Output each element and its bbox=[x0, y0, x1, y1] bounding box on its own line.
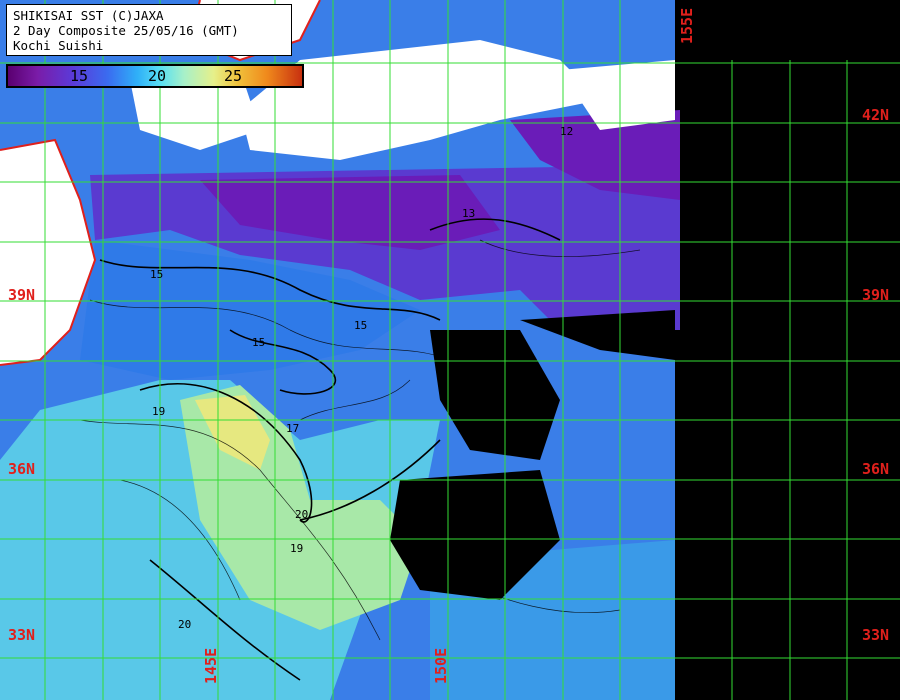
sst-map: 12 13 15 15 15 17 19 19 20 20 20 bbox=[0, 0, 900, 700]
lat-label-36n: 36N bbox=[862, 460, 890, 478]
lon-label-145e: 145E bbox=[202, 647, 220, 684]
lon-label-150e: 150E bbox=[432, 647, 450, 684]
header-source: Kochi Suishi bbox=[13, 38, 104, 53]
contour-label: 15 bbox=[252, 336, 265, 349]
colorbar-tick-25: 25 bbox=[224, 67, 243, 85]
header-composite: 2 Day Composite 25/05/16 (GMT) bbox=[13, 23, 239, 38]
lat-label-42n: 42N bbox=[862, 106, 890, 124]
contour-label: 17 bbox=[286, 422, 299, 435]
lat-label-36n-left: 36N bbox=[8, 460, 36, 478]
info-box: SHIKISAI SST (C)JAXA 2 Day Composite 25/… bbox=[6, 4, 292, 56]
contour-label: 20 bbox=[178, 618, 191, 631]
contour-label: 15 bbox=[150, 268, 163, 281]
lat-label-39n: 39N bbox=[862, 286, 890, 304]
lat-label-39n-left: 39N bbox=[8, 286, 36, 304]
header-title: SHIKISAI SST (C)JAXA bbox=[13, 8, 164, 23]
colorbar-tick-20: 20 bbox=[148, 67, 167, 85]
contour-label: 12 bbox=[560, 125, 573, 138]
temperature-colorbar: 15 20 25 bbox=[6, 64, 304, 88]
contour-label: 15 bbox=[354, 319, 367, 332]
contour-label: 13 bbox=[462, 207, 475, 220]
contour-label: 20 bbox=[400, 520, 413, 533]
colorbar-tick-15: 15 bbox=[70, 67, 89, 85]
lon-label-155e: 155E bbox=[678, 7, 696, 44]
lat-label-33n-left: 33N bbox=[8, 626, 36, 644]
lat-label-33n: 33N bbox=[862, 626, 890, 644]
contour-label: 20 bbox=[295, 508, 308, 521]
contour-label: 19 bbox=[290, 542, 303, 555]
contour-label: 19 bbox=[152, 405, 165, 418]
